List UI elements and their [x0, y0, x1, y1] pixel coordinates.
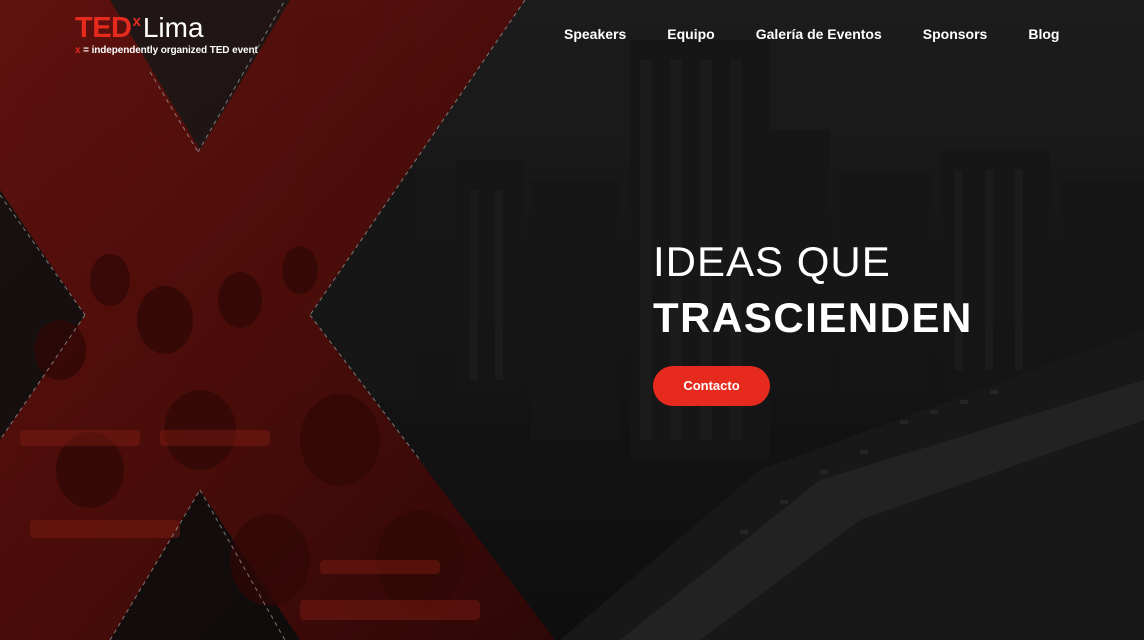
- nav-item-sponsors[interactable]: Sponsors: [923, 26, 988, 42]
- contacto-button[interactable]: Contacto: [653, 366, 770, 406]
- logo-tagline: x = independently organized TED event: [75, 45, 275, 56]
- hero-headline-line2: TRASCIENDEN: [653, 294, 973, 341]
- hero-copy: IDEAS QUE TRASCIENDEN Contacto: [653, 238, 973, 406]
- logo-x-text: x: [132, 13, 141, 30]
- logo-tagline-text: = independently organized TED event: [80, 45, 258, 56]
- nav-item-equipo[interactable]: Equipo: [667, 26, 714, 42]
- nav-item-galeria-de-eventos[interactable]: Galería de Eventos: [756, 26, 882, 42]
- tedx-lima-logo[interactable]: TED x Lima x = independently organized T…: [75, 12, 275, 60]
- nav-item-speakers[interactable]: Speakers: [564, 26, 626, 42]
- logo-wordmark: TED x Lima: [75, 12, 275, 44]
- hero-headline-line1: IDEAS QUE: [653, 238, 891, 285]
- top-navbar: TED x Lima x = independently organized T…: [0, 0, 1144, 72]
- main-nav: Speakers Equipo Galería de Eventos Spons…: [564, 26, 1059, 42]
- logo-city-text: Lima: [142, 12, 204, 43]
- nav-item-blog[interactable]: Blog: [1028, 26, 1059, 42]
- logo-ted-text: TED: [75, 12, 132, 44]
